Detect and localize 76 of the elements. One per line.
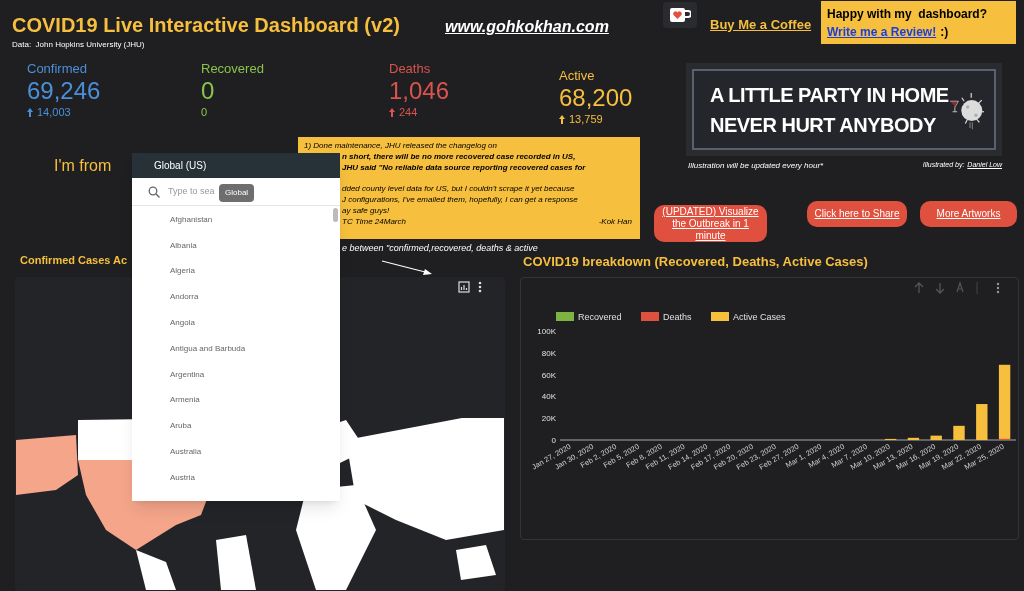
- cup-icon[interactable]: [663, 2, 697, 28]
- note-text: ay safe guys!: [342, 205, 390, 216]
- bar: [907, 437, 920, 440]
- data-source-text: Data: John Hopkins University (JHU): [12, 39, 145, 51]
- kpi-value: 0: [201, 77, 216, 105]
- axis-label: 80K: [541, 348, 556, 358]
- dashboard-title: COVID19 Live Interactive Dashboard (v2): [12, 13, 400, 38]
- note-text: dded county level data for US, but I couldn't scrape it yet because: [342, 183, 575, 194]
- country-option[interactable]: Antigua and Barbuda: [170, 336, 340, 362]
- kpi-label: Deaths: [389, 61, 432, 77]
- dropdown-header[interactable]: Global (US): [132, 153, 340, 178]
- note-text: n short, there will be no more recovered case recorded in US,: [342, 151, 576, 162]
- country-option[interactable]: Austria: [170, 464, 340, 491]
- legend-label: Deaths: [663, 312, 693, 322]
- link-button[interactable]: Click here to Share: [807, 201, 907, 227]
- legend-item[interactable]: Deaths: [641, 312, 692, 322]
- bar: [953, 425, 965, 440]
- country-option[interactable]: Angola: [170, 310, 340, 336]
- country-option[interactable]: Armenia: [170, 387, 340, 414]
- note-text: J configurations, I've emailed them, hopefully, I can get a response: [342, 194, 578, 205]
- website-link[interactable]: www.gohkokhan.com: [445, 15, 609, 39]
- legend-label: Active Cases: [733, 312, 787, 322]
- more-icon[interactable]: [478, 281, 482, 293]
- scrollbar-thumb[interactable]: [333, 208, 338, 222]
- legend-label: Recovered: [578, 312, 622, 322]
- link-button[interactable]: More Artworks: [920, 201, 1017, 227]
- panel-title: Confirmed Cases Ac: [20, 253, 128, 268]
- up-arrow-icon: [389, 107, 395, 117]
- banner-text: A LITTLE PARTY IN HOME: [710, 82, 949, 108]
- up-arrow-icon: [27, 107, 33, 117]
- bar: [976, 404, 988, 440]
- axis-label: 0: [551, 436, 556, 445]
- coffee-link[interactable]: Buy Me a Coffee: [710, 15, 812, 35]
- kpi-change: 244: [399, 105, 418, 119]
- arrow-icon: [381, 260, 433, 276]
- kpi-label: Active: [559, 68, 596, 84]
- country-option[interactable]: Algeria: [170, 258, 340, 285]
- note-text: JHU said "No reliable data source reporting recovered cases for: [342, 162, 586, 173]
- kpi-change: 13,759: [569, 112, 603, 126]
- review-link[interactable]: Write me a Review!: [827, 23, 937, 41]
- kpi-value: 68,200: [559, 84, 633, 112]
- chart-icon[interactable]: [458, 281, 470, 293]
- axis-label: 40K: [541, 392, 556, 402]
- country-option[interactable]: Albania: [170, 232, 340, 259]
- axis-label: 20K: [541, 414, 556, 424]
- location-label: I'm from: [54, 156, 112, 176]
- review-prompt: Happy with my dashboard?: [827, 6, 989, 23]
- link-button[interactable]: (UPDATED) Visualize the Outbreak in 1 minute: [654, 205, 767, 242]
- search-icon: [148, 185, 160, 198]
- kpi-value: 69,246: [27, 77, 101, 105]
- bar: [930, 435, 942, 440]
- country-option[interactable]: Andorra: [170, 284, 340, 311]
- kpi-change: 14,003: [37, 105, 71, 119]
- country-option[interactable]: Aruba: [170, 413, 340, 440]
- country-option[interactable]: Argentina: [170, 361, 340, 388]
- smiley-text: :): [940, 24, 949, 41]
- tooltip: Global: [219, 184, 255, 202]
- search-field[interactable]: Type to sea: [168, 184, 222, 199]
- kpi-change: 0: [201, 105, 208, 119]
- axis-label: 100K: [537, 327, 556, 336]
- kpi-label: Recovered: [201, 61, 264, 77]
- hint-text: e between "confirmed,recovered, deaths & active: [342, 242, 538, 255]
- note-text: TC Time 24March: [342, 216, 406, 227]
- legend-item[interactable]: Recovered: [556, 312, 622, 322]
- caption-text: Illustration will be updated every hour*: [688, 160, 824, 172]
- kpi-label: Confirmed: [27, 61, 88, 77]
- legend-item[interactable]: Active Cases: [711, 312, 786, 322]
- kpi-value: 1,046: [389, 77, 450, 105]
- panel-title: COVID19 breakdown (Recovered, Deaths, Active Cases): [523, 253, 868, 271]
- banner-text: NEVER HURT ANYBODY: [710, 112, 937, 138]
- country-option[interactable]: Australia: [170, 439, 340, 465]
- note-text: 1) Done maintenance, JHU released the changelog on: [304, 140, 497, 151]
- up-arrow-icon: [559, 114, 565, 124]
- axis-label: 60K: [541, 370, 556, 380]
- country-option[interactable]: Afghanistan: [170, 207, 340, 233]
- signature-text: -Kok Han: [598, 216, 632, 227]
